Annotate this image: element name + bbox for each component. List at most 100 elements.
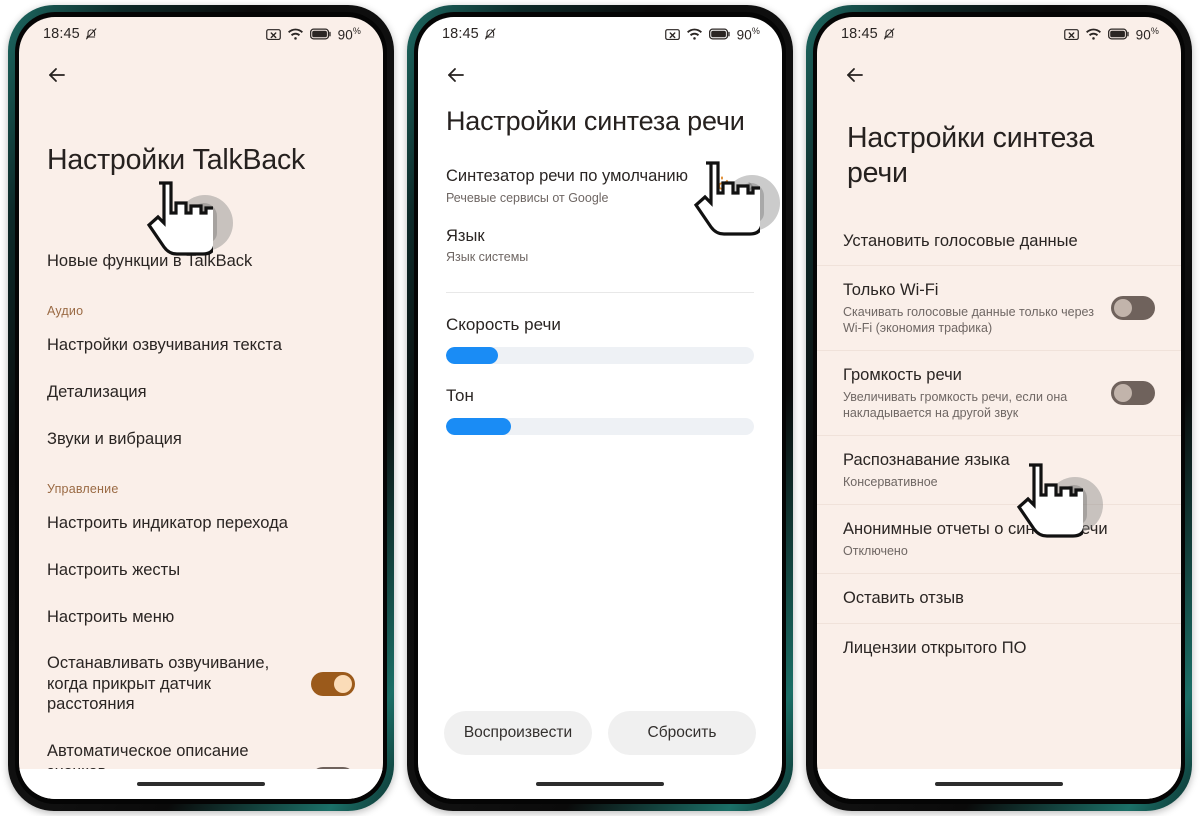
screenshot-stage: 18:45 90% Настройки TalkBack Новые функц… (0, 0, 1200, 816)
reset-button[interactable]: Сбросить (608, 711, 756, 755)
list-item-label: Автоматическое описание значков (47, 742, 249, 769)
list-item-gestures[interactable]: Настроить жесты (47, 547, 355, 594)
row-text: Только Wi-Fi Скачивать голосовые данные … (843, 280, 1101, 336)
list-item-language-detection[interactable]: Распознавание языка Консервативное (817, 436, 1181, 506)
slider-label: Тон (446, 385, 474, 405)
toggle-auto-icon-description[interactable] (311, 767, 355, 769)
battery-icon (708, 28, 731, 40)
play-button[interactable]: Воспроизвести (444, 711, 592, 755)
row-text: Настройки озвучивания текста (47, 335, 282, 356)
list-item-speech-volume[interactable]: Громкость речи Увеличивать громкость реч… (817, 351, 1181, 437)
battery-icon (1107, 28, 1130, 40)
row-text: Звуки и вибрация (47, 429, 182, 450)
list-item-proximity-sensor[interactable]: Останавливать озвучивание, когда прикрыт… (47, 640, 355, 728)
back-button-3[interactable] (817, 51, 1181, 91)
toggle-knob (1114, 299, 1132, 318)
list-item-tts-settings[interactable]: Настройки озвучивания текста (47, 322, 355, 369)
list-item-sublabel: Речевые сервисы от Google (446, 190, 609, 205)
system-nav-bar (817, 769, 1181, 799)
list-item-send-feedback[interactable]: Оставить отзыв (817, 574, 1181, 624)
home-indicator[interactable] (137, 782, 265, 786)
list-item-label: Настроить жесты (47, 560, 181, 579)
slider-track-pitch[interactable] (446, 417, 754, 435)
list-item-verbosity[interactable]: Детализация (47, 369, 355, 416)
status-bar-left: 18:45 (442, 26, 498, 42)
row-text: Детализация (47, 382, 147, 403)
slider-speech-rate: Скорость речи (418, 315, 782, 364)
back-button-1[interactable] (19, 51, 383, 91)
status-bar: 18:45 90% (817, 17, 1181, 51)
settings-list-3: Установить голосовые данные Только Wi-Fi… (817, 217, 1181, 673)
back-button-2[interactable] (418, 51, 782, 91)
chevron-right-icon[interactable]: › (747, 176, 754, 196)
status-time: 18:45 (442, 26, 479, 42)
wifi-icon (686, 28, 703, 41)
list-item-open-source-licenses[interactable]: Лицензии открытого ПО (817, 624, 1181, 673)
phone-3: 18:45 90% Настройки синтеза речи Установ… (806, 5, 1192, 811)
home-indicator[interactable] (935, 782, 1063, 786)
section-header-controls: Управление (47, 482, 119, 497)
status-bar: 18:45 90% (418, 17, 782, 51)
slider-fill (446, 346, 499, 364)
row-text: Язык Язык системы (446, 226, 528, 266)
gear-icon[interactable] (711, 175, 733, 197)
phone-2: 18:45 90% Настройки синтеза речи Синтеза… (407, 5, 793, 811)
list-item-sublabel: Скачивать голосовые данные только через … (843, 304, 1094, 336)
row-text: Останавливать озвучивание, когда прикрыт… (47, 653, 301, 715)
list-item-new-features[interactable]: Новые функции в TalkBack (47, 238, 355, 285)
cast-off-icon (265, 28, 281, 41)
list-item-label: Распознавание языка (843, 451, 1010, 470)
toggle-speech-volume[interactable] (1111, 381, 1155, 406)
page-title: Настройки синтеза речи (847, 122, 1095, 189)
slider-pitch: Тон (418, 386, 782, 435)
phone-3-bezel: 18:45 90% Настройки синтеза речи Установ… (813, 12, 1185, 804)
list-item-sublabel: Консервативное (843, 475, 938, 490)
toggle-wifi-only[interactable] (1111, 296, 1155, 321)
list-item-label: Оставить отзыв (843, 589, 964, 608)
phone-2-screen: 18:45 90% Настройки синтеза речи Синтеза… (418, 17, 782, 799)
row-text: Настроить меню (47, 607, 174, 628)
list-item-install-voice-data[interactable]: Установить голосовые данные (817, 217, 1181, 267)
row-text: Лицензии открытого ПО (843, 638, 1026, 659)
phone-1: 18:45 90% Настройки TalkBack Новые функц… (8, 5, 394, 811)
row-text: Оставить отзыв (843, 588, 964, 609)
bell-muted-icon (882, 27, 897, 42)
phone-3-content: Настройки синтеза речи Установить голосо… (817, 91, 1181, 769)
status-bar-right: 90% (265, 26, 361, 42)
list-item-sublabel: Увеличивать громкость речи, если она нак… (843, 389, 1068, 421)
list-item-focus-indicator[interactable]: Настроить индикатор перехода (47, 500, 355, 547)
list-item-auto-icon-description[interactable]: Автоматическое описание значков Описание… (47, 728, 355, 769)
row-text: Новые функции в TalkBack (47, 251, 252, 272)
list-item-label: Настройки озвучивания текста (47, 336, 282, 355)
section-divider (446, 291, 754, 293)
cast-off-icon (664, 28, 680, 41)
list-item-language[interactable]: Язык Язык системы (446, 216, 754, 276)
back-arrow-icon (49, 68, 65, 82)
home-indicator[interactable] (536, 782, 664, 786)
system-nav-bar (19, 769, 383, 799)
section-header-audio: Аудио (47, 304, 84, 319)
toggle-proximity-sensor[interactable] (311, 672, 355, 697)
phone-2-bezel: 18:45 90% Настройки синтеза речи Синтеза… (414, 12, 786, 804)
list-item-label: Настроить индикатор перехода (47, 514, 288, 533)
phone-1-bezel: 18:45 90% Настройки TalkBack Новые функц… (15, 12, 387, 804)
slider-track-speech-rate[interactable] (446, 346, 754, 364)
row-text: Синтезатор речи по умолчанию Речевые сер… (446, 166, 688, 206)
list-item-menu[interactable]: Настроить меню (47, 594, 355, 641)
list-item-sounds-vibration[interactable]: Звуки и вибрация (47, 416, 355, 463)
system-nav-bar (418, 769, 782, 799)
settings-list-2: Синтезатор речи по умолчанию Речевые сер… (418, 156, 782, 276)
list-item-default-engine[interactable]: Синтезатор речи по умолчанию Речевые сер… (446, 156, 754, 216)
status-time: 18:45 (841, 26, 878, 42)
back-arrow-icon (847, 68, 863, 82)
battery-icon (309, 28, 332, 40)
row-text: Распознавание языка Консервативное (843, 450, 1010, 490)
cast-off-icon (1063, 28, 1079, 41)
page-title: Настройки TalkBack (47, 144, 306, 176)
list-item-wifi-only[interactable]: Только Wi-Fi Скачивать голосовые данные … (817, 266, 1181, 352)
list-item-label: Установить голосовые данные (843, 231, 1078, 250)
status-bar-left: 18:45 (43, 26, 99, 42)
toggle-knob (1114, 384, 1132, 403)
list-item-label: Настроить меню (47, 607, 175, 626)
list-item-anonymous-reports[interactable]: Анонимные отчеты о синтезе речи Отключен… (817, 505, 1181, 575)
